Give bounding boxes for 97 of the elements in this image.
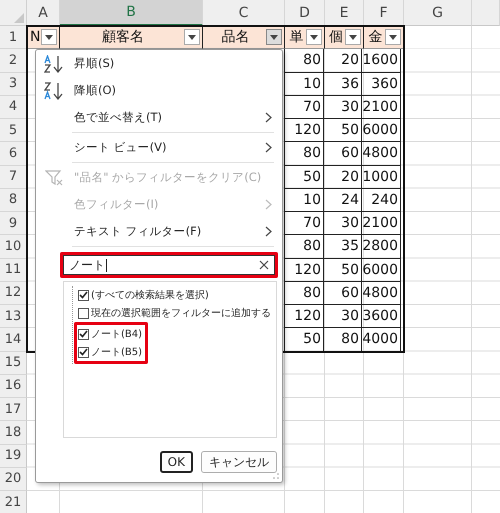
column-header[interactable]: C [203, 0, 285, 26]
chevron-right-icon [265, 226, 272, 237]
column-header[interactable]: A [27, 0, 60, 26]
table-cell: 80 [284, 282, 324, 305]
column-header[interactable]: D [285, 0, 325, 26]
filter-dropdown-button[interactable] [345, 29, 361, 46]
table-cell: 80 [284, 235, 324, 258]
menu-item[interactable]: 色で並べ替え(T) [36, 104, 282, 131]
row-header[interactable]: 3 [0, 72, 27, 96]
table-cell: 2800 [361, 235, 401, 258]
menu-item[interactable]: 降順(O) [36, 77, 282, 104]
table-cell: 120 [284, 258, 324, 282]
caret-down-icon [310, 34, 318, 40]
row-header[interactable]: 8 [0, 188, 27, 212]
row-header[interactable]: 6 [0, 142, 27, 166]
checklist-item[interactable]: ノート(B4) [78, 325, 142, 343]
clear-icon[interactable] [259, 260, 269, 270]
table-cell: 70 [284, 96, 324, 119]
checklist-item[interactable]: ノート(B5) [78, 343, 142, 361]
row-header[interactable]: 17 [0, 398, 27, 422]
caret-down-icon [45, 34, 54, 40]
cancel-button[interactable]: キャンセル [201, 451, 277, 473]
row-header[interactable]: 13 [0, 305, 27, 328]
table-cell: 6000 [361, 258, 401, 282]
row-header[interactable]: 15 [0, 352, 27, 375]
table-cell: 2100 [361, 96, 401, 119]
search-field[interactable]: ノート [63, 255, 275, 275]
caret-down-icon [270, 34, 278, 40]
table-cell: 4000 [361, 328, 401, 352]
row-header[interactable]: 4 [0, 96, 27, 119]
table-cell: 4800 [361, 142, 401, 166]
resize-grip-icon[interactable] [273, 473, 279, 479]
table-cell: 6000 [361, 119, 401, 142]
row-header[interactable]: 20 [0, 468, 27, 491]
checkbox[interactable] [78, 308, 89, 318]
filter-dropdown-button[interactable] [41, 29, 58, 46]
row-header[interactable]: 9 [0, 212, 27, 236]
header-text: 個 [328, 28, 344, 46]
table-cell: 2100 [361, 212, 401, 236]
filter-dropdown-button[interactable] [306, 29, 322, 46]
caret-down-icon [349, 34, 357, 40]
table-cell: 120 [284, 305, 324, 328]
caret-down-icon [389, 34, 397, 40]
column-header[interactable]: G [404, 0, 472, 26]
header-text: 単 [288, 28, 304, 46]
table-cell: 3600 [361, 305, 401, 328]
row-header[interactable]: 18 [0, 421, 27, 444]
caret-down-icon [188, 34, 196, 40]
ok-button[interactable]: OK [160, 451, 193, 473]
table-cell: 1600 [361, 49, 401, 72]
menu-item[interactable]: 昇順(S) [36, 50, 282, 77]
checkbox[interactable] [78, 290, 89, 300]
row-header[interactable]: 11 [0, 258, 27, 282]
table-cell: 10 [284, 188, 324, 212]
clear-filter-icon [45, 168, 65, 186]
chevron-right-icon [265, 199, 272, 210]
row-header[interactable]: 10 [0, 235, 27, 258]
table-cell: 360 [361, 72, 401, 96]
checklist-item[interactable]: (すべての検索結果を選択) [78, 286, 276, 304]
row-header[interactable]: 21 [0, 491, 27, 513]
column-header[interactable]: E [325, 0, 364, 26]
table-cell: 1000 [361, 166, 401, 189]
table-cell: 4800 [361, 282, 401, 305]
row-header[interactable]: 19 [0, 444, 27, 468]
header-text: N [30, 29, 40, 46]
table-cell: 120 [284, 119, 324, 142]
header-text: 金 [368, 28, 384, 46]
row-header[interactable]: 2 [0, 49, 27, 72]
checklist-item[interactable]: 現在の選択範囲をフィルターに追加する [78, 304, 276, 322]
filter-dropdown-button[interactable] [184, 29, 200, 46]
row-header[interactable]: 12 [0, 282, 27, 305]
table-cell: 240 [361, 188, 401, 212]
column-header[interactable]: F [364, 0, 404, 26]
filter-dropdown-button[interactable] [385, 29, 401, 46]
menu-item[interactable]: テキスト フィルター(F) [36, 218, 282, 245]
column-header[interactable]: B [60, 0, 203, 26]
chevron-right-icon [265, 112, 272, 123]
chevron-right-icon [265, 142, 272, 153]
menu-item[interactable]: シート ビュー(V) [36, 134, 282, 161]
row-header[interactable]: 1 [0, 26, 27, 50]
table-cell: 50 [323, 258, 362, 282]
row-header[interactable]: 16 [0, 374, 27, 398]
header-text: 顧客名 [101, 28, 145, 46]
row-header[interactable]: 14 [0, 328, 27, 352]
row-header[interactable]: 5 [0, 119, 27, 142]
table-cell: 20 [323, 166, 362, 189]
row-header[interactable]: 7 [0, 166, 27, 189]
checkbox[interactable] [78, 346, 89, 358]
table-cell: 80 [284, 142, 324, 166]
header-text: 品名 [220, 28, 250, 46]
table-cell: 80 [284, 49, 324, 72]
table-cell: 70 [284, 212, 324, 236]
table-cell: 10 [284, 72, 324, 96]
table-cell: 36 [323, 72, 362, 96]
checkbox[interactable] [78, 328, 89, 340]
filter-dropdown-button[interactable] [266, 29, 282, 46]
table-cell: 50 [284, 166, 324, 189]
